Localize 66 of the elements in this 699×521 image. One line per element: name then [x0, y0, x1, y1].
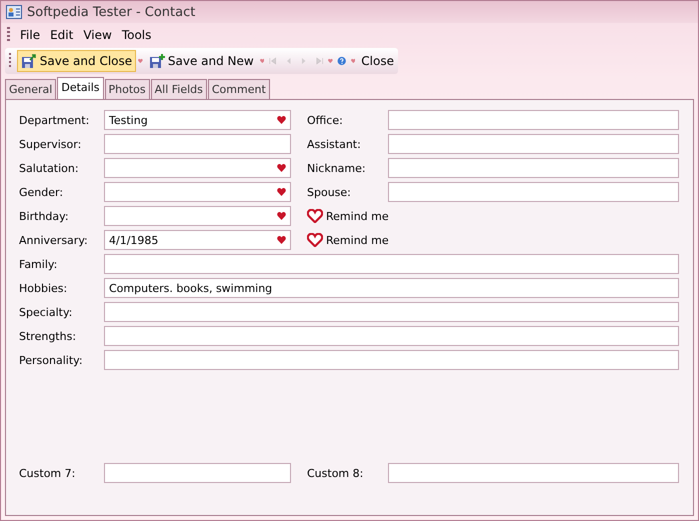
close-button[interactable]: Close	[357, 51, 398, 71]
field-label: Custom 8:	[307, 466, 364, 480]
input-field[interactable]	[104, 134, 291, 154]
input-field[interactable]	[104, 158, 291, 178]
field-label: Assistant:	[307, 138, 362, 150]
field-label: Strengths:	[19, 330, 78, 342]
field-label: Birthday:	[19, 210, 70, 222]
input-field[interactable]	[104, 350, 679, 370]
menu-item[interactable]: View	[79, 26, 116, 44]
input-field[interactable]	[104, 254, 679, 274]
field-label: Nickname:	[307, 162, 367, 174]
dropdown-heart-icon	[277, 164, 286, 172]
input-field[interactable]: Testing	[104, 110, 291, 130]
field-label: Office:	[307, 114, 344, 126]
input-field[interactable]	[104, 206, 291, 226]
field-label: Hobbies:	[19, 282, 68, 294]
input-field[interactable]	[388, 134, 679, 154]
field-label: Supervisor:	[19, 138, 82, 150]
input-field[interactable]	[104, 463, 291, 483]
tab[interactable]: Comment	[208, 79, 270, 99]
field-label: Anniversary:	[19, 234, 89, 246]
menu-item[interactable]: Edit	[46, 26, 78, 44]
floppy-plus-icon	[148, 53, 165, 69]
dropdown-heart-icon	[277, 212, 286, 220]
field-label: Spouse:	[307, 186, 352, 198]
input-field[interactable]	[388, 463, 679, 483]
input-field[interactable]	[104, 326, 679, 346]
input-field[interactable]	[388, 158, 679, 178]
dropdown-heart-icon	[277, 188, 286, 196]
heart-checkbox-icon[interactable]	[307, 209, 323, 223]
heart-separator-icon	[350, 57, 356, 65]
save-and-close-button[interactable]: Save and Close	[16, 50, 136, 72]
input-field[interactable]	[388, 110, 679, 130]
remind-me-label: Remind me	[326, 210, 389, 222]
tab[interactable]: Photos	[104, 79, 150, 99]
field-label: Gender:	[19, 186, 64, 198]
field-label: Custom 7:	[19, 466, 76, 480]
input-field[interactable]	[104, 182, 291, 202]
menu-item[interactable]: Tools	[118, 26, 156, 44]
field-label: Department:	[19, 114, 90, 126]
field-value: Testing	[109, 114, 148, 126]
field-label: Family:	[19, 258, 58, 270]
field-value: 4/1/1985	[109, 234, 158, 246]
remind-me-label: Remind me	[326, 234, 389, 246]
tab[interactable]: All Fields	[150, 79, 207, 99]
dropdown-heart-icon	[277, 116, 286, 124]
tab[interactable]: Details	[57, 77, 104, 99]
heart-separator-icon	[138, 57, 143, 65]
field-label: Salutation:	[19, 162, 80, 174]
dropdown-heart-icon	[277, 236, 286, 244]
field-label: Personality:	[19, 354, 84, 366]
tab[interactable]: General	[5, 79, 56, 99]
window-title: Softpedia Tester - Contact	[27, 4, 196, 20]
menu-item[interactable]: File	[16, 26, 44, 44]
heart-separator-icon	[260, 57, 264, 65]
field-label: Specialty:	[19, 306, 74, 318]
heart-checkbox-icon[interactable]	[307, 233, 323, 247]
contact-card-icon	[6, 5, 22, 19]
field-value: Computers. books, swimming	[109, 282, 272, 294]
floppy-arrow-icon	[20, 53, 37, 69]
input-field[interactable]	[388, 182, 679, 202]
input-field[interactable]	[104, 302, 679, 322]
input-field[interactable]: 4/1/1985	[104, 230, 291, 250]
heart-separator-icon	[328, 57, 334, 65]
save-and-new-button[interactable]: Save and New	[144, 50, 258, 72]
input-field[interactable]: Computers. books, swimming	[104, 278, 679, 298]
